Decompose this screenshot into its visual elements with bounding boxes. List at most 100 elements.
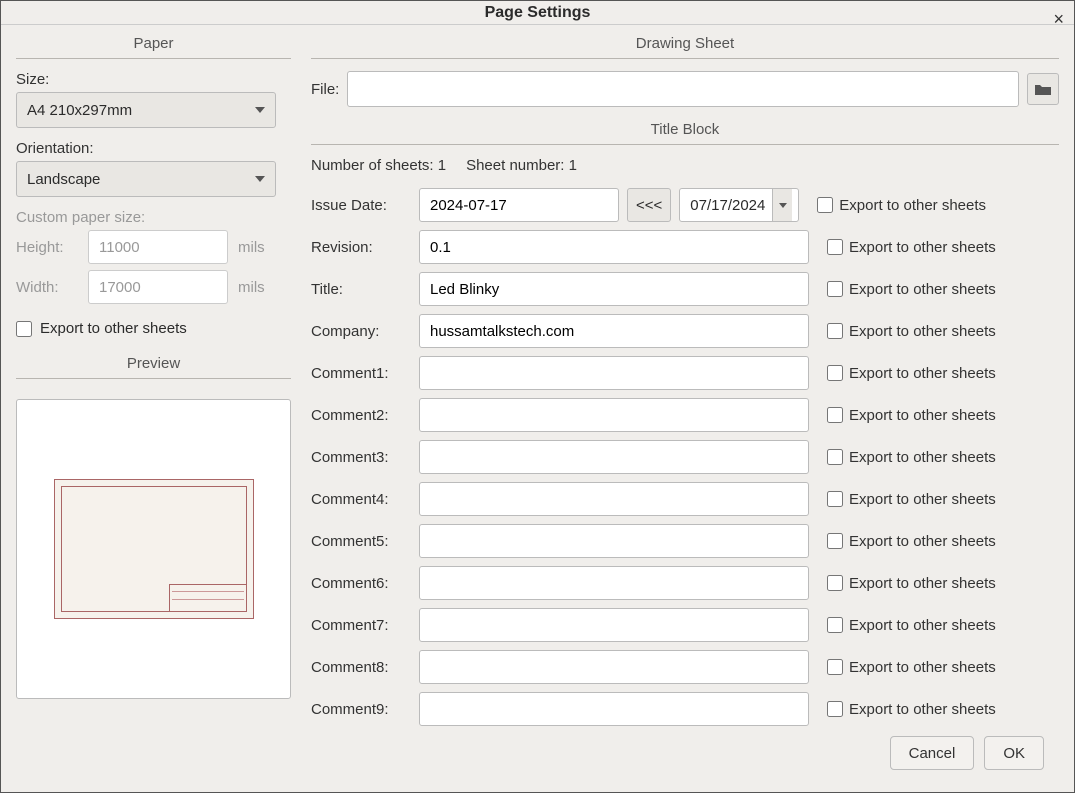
export-label: Export to other sheets	[849, 281, 996, 298]
tb-input[interactable]	[419, 692, 809, 726]
paper-export-checkbox[interactable]	[16, 321, 32, 337]
tb-field-label: Comment8:	[311, 659, 411, 676]
export-checkbox[interactable]	[817, 197, 833, 213]
tb-field-label: Comment4:	[311, 491, 411, 508]
width-unit: mils	[238, 279, 265, 296]
export-checkbox[interactable]	[827, 407, 843, 423]
drawing-sheet-header: Drawing Sheet	[311, 35, 1059, 59]
paper-export-checkbox-row[interactable]: Export to other sheets	[16, 320, 291, 337]
export-checkbox-row[interactable]: Export to other sheets	[827, 239, 996, 256]
export-label: Export to other sheets	[849, 701, 996, 718]
size-label: Size:	[16, 71, 291, 88]
export-label: Export to other sheets	[849, 449, 996, 466]
tb-input[interactable]	[419, 440, 809, 474]
page-settings-dialog: Page Settings × Paper Size: A4 210x297mm…	[0, 0, 1075, 793]
export-checkbox-row[interactable]: Export to other sheets	[827, 281, 996, 298]
export-checkbox[interactable]	[827, 365, 843, 381]
cancel-button[interactable]: Cancel	[890, 736, 975, 770]
chevron-down-icon	[255, 107, 265, 113]
tb-field-label: Comment2:	[311, 407, 411, 424]
export-label: Export to other sheets	[849, 491, 996, 508]
file-input[interactable]	[347, 71, 1019, 107]
paper-export-label: Export to other sheets	[40, 320, 187, 337]
export-checkbox-row[interactable]: Export to other sheets	[817, 197, 986, 214]
title-block-row: Revision: Export to other sheets	[311, 228, 1059, 266]
export-checkbox-row[interactable]: Export to other sheets	[827, 533, 996, 550]
browse-button[interactable]	[1027, 73, 1059, 105]
date-picker-value: 07/17/2024	[690, 197, 765, 214]
title-block-row: Comment2: Export to other sheets	[311, 396, 1059, 434]
export-checkbox[interactable]	[827, 239, 843, 255]
tb-field-label: Comment7:	[311, 617, 411, 634]
export-checkbox-row[interactable]: Export to other sheets	[827, 449, 996, 466]
ok-button[interactable]: OK	[984, 736, 1044, 770]
orientation-select[interactable]: Landscape	[16, 161, 276, 197]
title-block-row: Comment3:Export to other sheets	[311, 438, 1059, 476]
tb-input[interactable]	[419, 524, 809, 558]
export-checkbox[interactable]	[827, 281, 843, 297]
export-checkbox[interactable]	[827, 323, 843, 339]
tb-field-label: Revision:	[311, 239, 411, 256]
title-block-row: Comment9: Export to other sheets	[311, 690, 1059, 728]
tb-input[interactable]	[419, 650, 809, 684]
export-checkbox[interactable]	[827, 659, 843, 675]
title-block-row: Company: Export to other sheets	[311, 312, 1059, 350]
tb-field-label: Comment9:	[311, 701, 411, 718]
tb-field-label: Issue Date:	[311, 197, 411, 214]
export-checkbox[interactable]	[827, 491, 843, 507]
export-checkbox[interactable]	[827, 449, 843, 465]
chevron-down-icon	[779, 203, 787, 208]
issue-date-input[interactable]	[419, 188, 619, 222]
export-checkbox-row[interactable]: Export to other sheets	[827, 365, 996, 382]
tb-field-label: Comment1:	[311, 365, 411, 382]
tb-input[interactable]	[419, 272, 809, 306]
size-select[interactable]: A4 210x297mm	[16, 92, 276, 128]
tb-input[interactable]	[419, 230, 809, 264]
custom-size-label: Custom paper size:	[16, 209, 291, 226]
export-label: Export to other sheets	[839, 197, 986, 214]
title-block-row: Title:Export to other sheets	[311, 270, 1059, 308]
export-checkbox[interactable]	[827, 575, 843, 591]
export-checkbox-row[interactable]: Export to other sheets	[827, 701, 996, 718]
width-label: Width:	[16, 279, 78, 296]
tb-input[interactable]	[419, 314, 809, 348]
export-checkbox-row[interactable]: Export to other sheets	[827, 323, 996, 340]
title-block-row: Comment1: Export to other sheets	[311, 354, 1059, 392]
height-label: Height:	[16, 239, 78, 256]
export-checkbox-row[interactable]: Export to other sheets	[827, 617, 996, 634]
tb-input[interactable]	[419, 356, 809, 390]
preview-box	[16, 399, 291, 699]
export-checkbox-row[interactable]: Export to other sheets	[827, 491, 996, 508]
height-unit: mils	[238, 239, 265, 256]
preview-header: Preview	[16, 355, 291, 379]
date-picker-dropdown[interactable]	[772, 189, 792, 221]
tb-input[interactable]	[419, 398, 809, 432]
tb-field-label: Company:	[311, 323, 411, 340]
size-value: A4 210x297mm	[27, 102, 132, 119]
title-block-row: Comment7: Export to other sheets	[311, 606, 1059, 644]
export-label: Export to other sheets	[849, 365, 996, 382]
tb-input[interactable]	[419, 566, 809, 600]
sheet-preview	[54, 479, 254, 619]
title-block-header: Title Block	[311, 121, 1059, 145]
sheets-count: Number of sheets: 1	[311, 157, 446, 174]
tb-input[interactable]	[419, 608, 809, 642]
folder-icon	[1034, 82, 1052, 96]
export-label: Export to other sheets	[849, 407, 996, 424]
export-checkbox-row[interactable]: Export to other sheets	[827, 575, 996, 592]
export-checkbox[interactable]	[827, 533, 843, 549]
export-checkbox-row[interactable]: Export to other sheets	[827, 407, 996, 424]
title-block-row: Comment4: Export to other sheets	[311, 480, 1059, 518]
date-picker[interactable]: 07/17/2024	[679, 188, 799, 222]
export-label: Export to other sheets	[849, 323, 996, 340]
title-block-row: Comment8: Export to other sheets	[311, 648, 1059, 686]
export-checkbox[interactable]	[827, 701, 843, 717]
tb-input[interactable]	[419, 482, 809, 516]
export-checkbox[interactable]	[827, 617, 843, 633]
orientation-label: Orientation:	[16, 140, 291, 157]
tb-field-label: Comment6:	[311, 575, 411, 592]
export-checkbox-row[interactable]: Export to other sheets	[827, 659, 996, 676]
close-icon[interactable]: ×	[1053, 9, 1064, 30]
date-copy-button[interactable]: <<<	[627, 188, 671, 222]
export-label: Export to other sheets	[849, 239, 996, 256]
